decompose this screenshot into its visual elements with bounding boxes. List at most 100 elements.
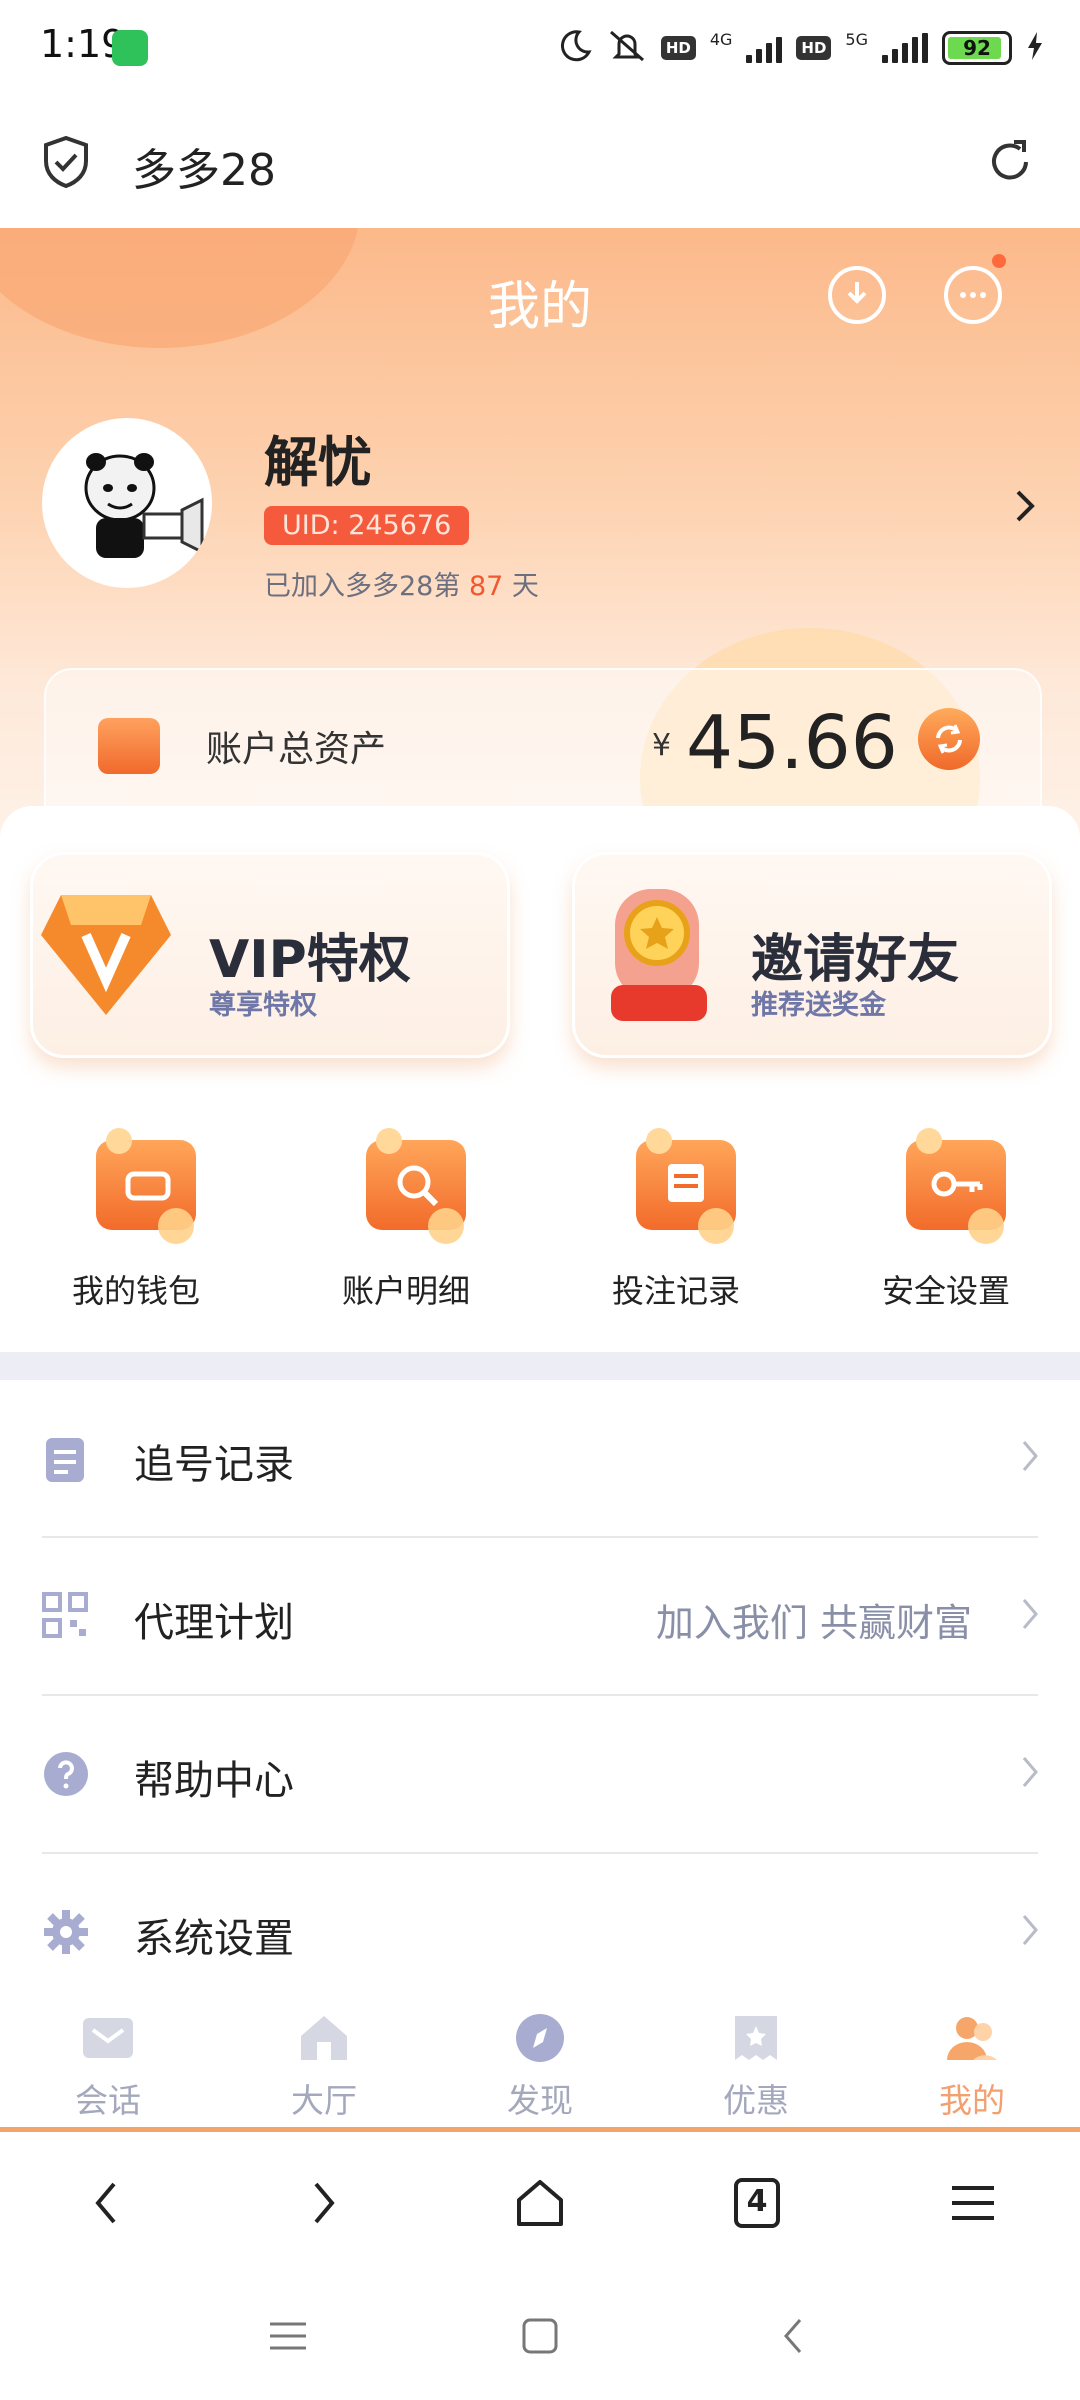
asset-value: 45.66 [686,700,898,786]
wallet-icon [98,718,160,774]
invite-title: 邀请好友 [751,930,960,990]
clipboard-icon [42,1434,88,1488]
vip-subtitle: 尊享特权 [209,990,317,1021]
tab-offers[interactable]: 优惠 [648,1990,864,2132]
site-title[interactable]: 多多28 [132,134,276,198]
download-icon[interactable] [828,266,886,324]
key-icon [906,1128,1006,1244]
shield-check-icon[interactable] [40,134,92,194]
vip-card[interactable]: VIP特权 尊享特权 [30,852,510,1058]
bottom-tab-bar: 会话 大厅 发现 优惠 我的 [0,1990,1080,2132]
quick-action-label: 账户明细 [341,1272,470,1310]
recents-icon[interactable] [266,2314,310,2362]
reload-icon[interactable] [984,136,1036,192]
vip-title: VIP特权 [209,930,411,990]
joined-suffix: 天 [511,571,539,602]
tab-chat[interactable]: 会话 [0,1990,216,2132]
user-icon [945,2012,999,2064]
help-icon [42,1750,90,1802]
hd-badge-2: HD [796,36,832,60]
page-title: 我的 [487,277,592,337]
gear-icon [42,1908,90,1960]
user-name: 解忧 [264,431,372,494]
menu-item-label: 系统设置 [134,1916,294,1962]
joined-info: 已加入多多28第 87 天 [264,564,539,603]
uid-badge: UID: 245676 [264,506,470,545]
battery-icon: 92 [942,31,1012,65]
menu-item-agent-plan[interactable]: 代理计划 加入我们 共赢财富 [0,1538,1080,1696]
refresh-balance-button[interactable] [918,708,980,770]
quick-action-label: 投注记录 [611,1272,740,1310]
qr-code-icon [42,1592,88,1642]
section-divider [0,1352,1080,1380]
system-back-icon[interactable] [772,2314,816,2362]
joined-days: 87 [468,571,504,602]
tab-label: 我的 [939,2081,1005,2120]
mute-icon [607,28,647,68]
tab-lobby[interactable]: 大厅 [216,1990,432,2132]
chat-icon[interactable] [944,266,1002,324]
menu-item-help-center[interactable]: 帮助中心 [0,1696,1080,1854]
system-home-icon[interactable] [518,2314,562,2362]
signal-icon-2 [882,33,928,63]
menu-item-chase-records[interactable]: 追号记录 [0,1380,1080,1538]
forward-icon[interactable] [288,2168,358,2238]
joined-prefix: 已加入多多28第 [264,571,461,602]
tab-label: 优惠 [723,2081,789,2120]
menu-item-label: 代理计划 [134,1600,294,1646]
signal-icon [746,33,783,63]
home-icon[interactable] [505,2168,575,2238]
menu-list: 追号记录 代理计划 加入我们 共赢财富 帮助中心 系统设置 [0,1380,1080,1990]
browser-address-bar: 多多28 [0,96,1080,228]
quick-action-wallet[interactable]: 我的钱包 [26,1128,246,1320]
chevron-right-icon [1020,1912,1040,1952]
tab-count: 4 [746,2184,768,2219]
calendar-icon [636,1128,736,1244]
chevron-right-icon[interactable] [1012,486,1038,530]
menu-item-system-settings[interactable]: 系统设置 [0,1854,1080,2012]
tab-me[interactable]: 我的 [864,1990,1080,2132]
hand-coin-icon [595,869,725,1033]
quick-action-account-details[interactable]: 账户明细 [296,1128,516,1320]
quick-action-label: 我的钱包 [71,1272,200,1310]
status-bar: 1:19 HD 4G HD 5G 92 [0,0,1080,96]
wechat-notification-icon [112,30,148,66]
menu-icon[interactable] [938,2168,1008,2238]
tabs-count-button[interactable]: 4 [722,2168,792,2238]
asset-label: 账户总资产 [206,729,387,770]
chevron-right-icon [1020,1438,1040,1478]
quick-action-bet-records[interactable]: 投注记录 [566,1128,786,1320]
do-not-disturb-icon [557,28,593,68]
back-icon[interactable] [72,2168,142,2238]
quick-action-security[interactable]: 安全设置 [836,1128,1056,1320]
system-navigation [0,2272,1080,2400]
battery-level: 92 [963,36,991,60]
tab-label: 会话 [75,2081,141,2120]
tab-discover[interactable]: 发现 [432,1990,648,2132]
magnifier-icon [366,1128,466,1244]
tab-label: 大厅 [291,2081,357,2120]
diamond-icon [41,875,171,1029]
coupon-icon [729,2012,783,2064]
notification-dot [992,254,1006,268]
asset-currency: ¥ [652,728,672,763]
wallet-icon [96,1128,196,1244]
hd-badge: HD [660,36,696,60]
quick-action-label: 安全设置 [881,1272,1010,1310]
invite-subtitle: 推荐送奖金 [751,990,886,1021]
charging-icon [1026,31,1044,65]
chevron-right-icon [1020,1596,1040,1636]
invite-card[interactable]: 邀请好友 推荐送奖金 [572,852,1052,1058]
house-icon [297,2012,351,2064]
profile-header: 我的 解忧 UID: 245676 已加入多多28第 87 天 账户总资产 ¥ [0,228,1080,868]
compass-icon [513,2012,567,2064]
browser-navigation: 4 [0,2132,1080,2274]
menu-item-label: 追号记录 [134,1442,294,1488]
network-type-2: 5G [845,29,868,49]
avatar[interactable] [42,418,212,588]
mail-icon [81,2012,135,2064]
chevron-right-icon [1020,1754,1040,1794]
network-type-1: 4G [709,29,733,49]
menu-item-label: 帮助中心 [134,1758,294,1804]
menu-item-extra: 加入我们 共赢财富 [655,1601,972,1645]
